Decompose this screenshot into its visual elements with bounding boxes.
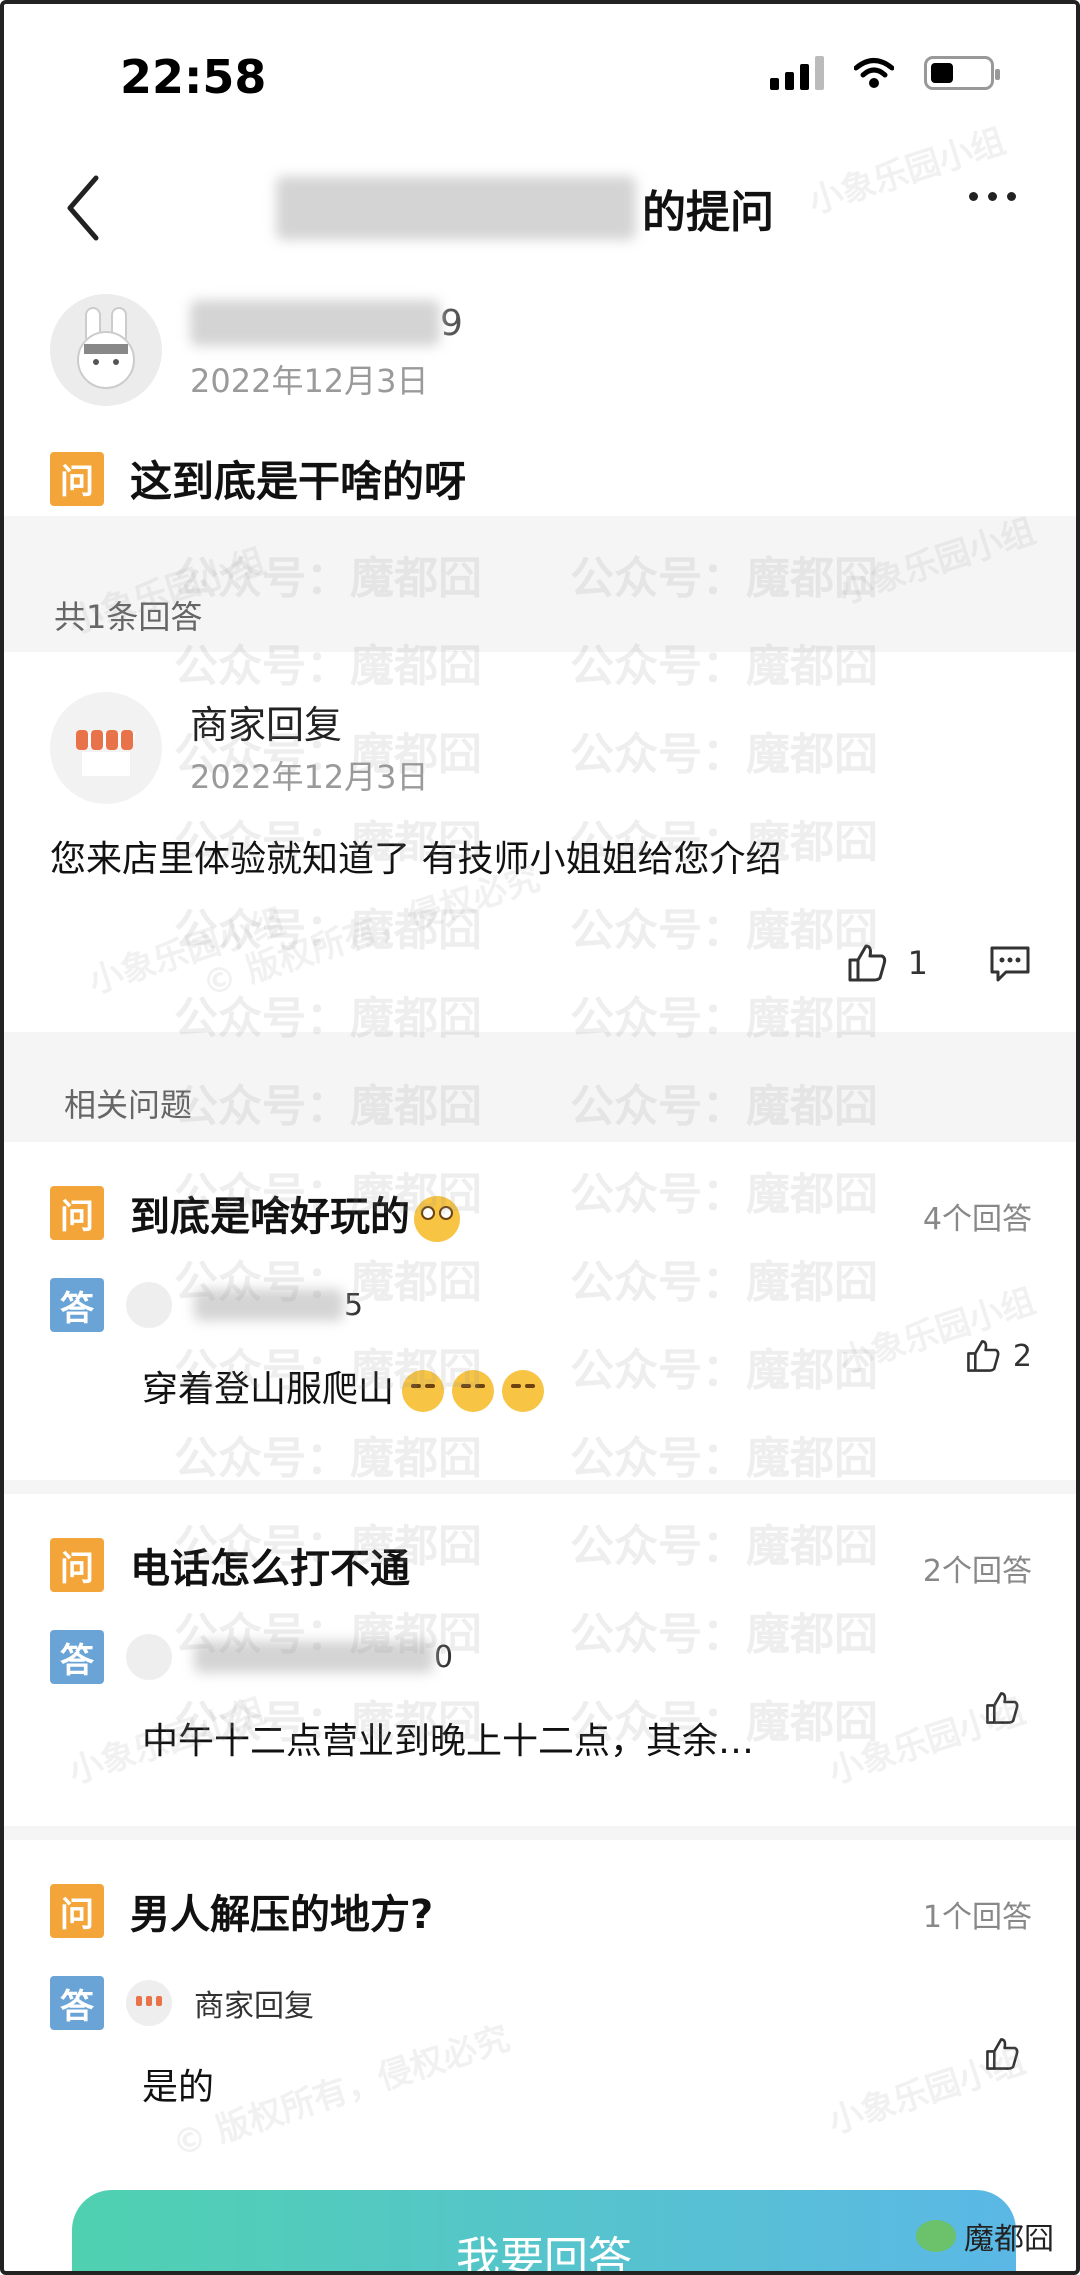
- answer-item: 商家回复 2022年12月3日 您来店里体验就知道了 有技师小姐姐给您介绍 1: [4, 652, 1076, 1032]
- answer-user-suffix: 5: [344, 1287, 364, 1323]
- user-avatar: [126, 1282, 172, 1328]
- answer-badge: 答: [50, 1976, 104, 2030]
- answer-count: 共1条回答: [54, 598, 203, 636]
- watermark-tag-text: 魔都囧: [964, 2222, 1054, 2257]
- answer-author: 商家回复: [190, 703, 343, 747]
- answer-button[interactable]: 我要回答: [72, 2190, 1016, 2271]
- related-title: 相关问题: [64, 1086, 193, 1124]
- answer-date: 2022年12月3日: [190, 758, 429, 796]
- asker-name: 9: [190, 300, 463, 346]
- card-divider: [4, 1826, 1076, 1840]
- shop-icon: [136, 1996, 162, 2006]
- merchant-avatar[interactable]: [50, 692, 162, 804]
- blurred-user-name: [194, 1641, 434, 1673]
- asker-avatar[interactable]: [50, 294, 162, 406]
- related-question: 问 到底是啥好玩的: [50, 1184, 460, 1242]
- answer-user: 商家回复: [194, 1989, 314, 2024]
- related-question-card[interactable]: 问 男人解压的地方? 1个回答 答 商家回复 是的: [4, 1840, 1076, 2170]
- related-answer-meta: 答 0: [50, 1630, 453, 1684]
- shop-icon: [76, 730, 136, 776]
- answer-badge: 答: [50, 1630, 104, 1684]
- thumbs-up-icon[interactable]: [846, 942, 888, 984]
- smirk-emoji-icon: [452, 1370, 495, 1412]
- status-time: 22:58: [120, 50, 267, 104]
- bunny-avatar-icon: [77, 307, 135, 389]
- like-button[interactable]: [984, 2036, 1032, 2072]
- question-text: 这到底是干啥的呀: [130, 457, 467, 506]
- question-badge: 问: [50, 1538, 104, 1592]
- wifi-icon: [854, 58, 894, 88]
- related-question-text: 男人解压的地方?: [130, 1892, 434, 1938]
- thumbs-up-icon: [986, 2038, 1019, 2070]
- blurred-username: [276, 176, 636, 240]
- like-count: 1: [907, 944, 928, 982]
- like-button[interactable]: 2: [965, 1338, 1032, 1374]
- page-title-suffix: 的提问: [642, 187, 774, 238]
- answer-count-label: 4个回答: [922, 1202, 1032, 1237]
- blurred-user-name: [194, 1289, 344, 1321]
- answer-text: 您来店里体验就知道了 有技师小姐姐给您介绍: [50, 839, 782, 880]
- like-button[interactable]: [984, 1690, 1032, 1726]
- asker-name-suffix: 9: [440, 302, 463, 344]
- status-icons: [770, 56, 1000, 90]
- comment-icon[interactable]: [988, 942, 1032, 984]
- related-answer-text: 是的: [142, 2067, 215, 2108]
- user-avatar: [126, 1634, 172, 1680]
- card-divider: [4, 1480, 1076, 1494]
- battery-icon: [924, 56, 1000, 90]
- related-question: 问 男人解压的地方?: [50, 1882, 433, 1940]
- question-badge: 问: [50, 1186, 104, 1240]
- asker-date: 2022年12月3日: [190, 362, 429, 400]
- nav-header: 的提问: [4, 154, 1076, 264]
- related-answer-text: 中午十二点营业到晚上十二点，其余…: [142, 1721, 755, 1762]
- phone-screen: 22:58 的提问 9 2022年12月3日 问 这到底是干啥的呀 共1条回答 …: [0, 0, 1080, 2275]
- eye-roll-emoji-icon: [414, 1196, 460, 1242]
- watermark-tag: 魔都囧: [916, 2214, 1054, 2258]
- status-bar: 22:58: [4, 4, 1076, 154]
- answer-count-bar: 共1条回答: [4, 516, 1076, 652]
- related-question: 问 电话怎么打不通: [50, 1536, 410, 1594]
- blurred-asker-name: [190, 300, 440, 346]
- related-question-card[interactable]: 问 电话怎么打不通 2个回答 答 0 中午十二点营业到晚上十二点，其余…: [4, 1494, 1076, 1826]
- answer-user: 0: [194, 1640, 453, 1675]
- answer-count-label: 2个回答: [922, 1554, 1032, 1589]
- like-count: 2: [1012, 1338, 1032, 1374]
- answer-actions: 1: [846, 942, 1032, 984]
- merchant-mini-avatar: [126, 1980, 172, 2026]
- main-question: 问 这到底是干啥的呀: [50, 448, 466, 509]
- related-answer-meta: 答 5: [50, 1278, 363, 1332]
- thumbs-up-icon: [986, 1692, 1019, 1724]
- related-answer-text: 穿着登山服爬山: [142, 1360, 545, 1412]
- related-answer-meta: 答 商家回复: [50, 1976, 314, 2030]
- wechat-icon: [916, 2220, 956, 2252]
- related-answer-content: 穿着登山服爬山: [142, 1369, 395, 1410]
- question-badge: 问: [50, 451, 104, 506]
- answer-badge: 答: [50, 1278, 104, 1332]
- question-badge: 问: [50, 1884, 104, 1938]
- page-title: 的提问: [276, 176, 774, 240]
- thumbs-up-icon: [967, 1340, 1000, 1372]
- related-section-header: 相关问题: [4, 1032, 1076, 1142]
- answer-user: 5: [194, 1288, 363, 1323]
- related-question-text: 到底是啥好玩的: [130, 1194, 410, 1240]
- asker-info: 9 2022年12月3日: [50, 294, 1030, 424]
- related-question-text: 电话怎么打不通: [130, 1546, 410, 1592]
- related-question-card[interactable]: 问 到底是啥好玩的 4个回答 答 5 穿着登山服爬山 2: [4, 1142, 1076, 1480]
- more-options-icon[interactable]: [969, 192, 1016, 201]
- smirk-emoji-icon: [502, 1370, 545, 1412]
- smirk-emoji-icon: [402, 1370, 445, 1412]
- signal-icon: [770, 56, 824, 90]
- answer-user-suffix: 0: [434, 1639, 454, 1675]
- back-arrow-icon[interactable]: [60, 172, 110, 244]
- answer-count-label: 1个回答: [922, 1900, 1032, 1935]
